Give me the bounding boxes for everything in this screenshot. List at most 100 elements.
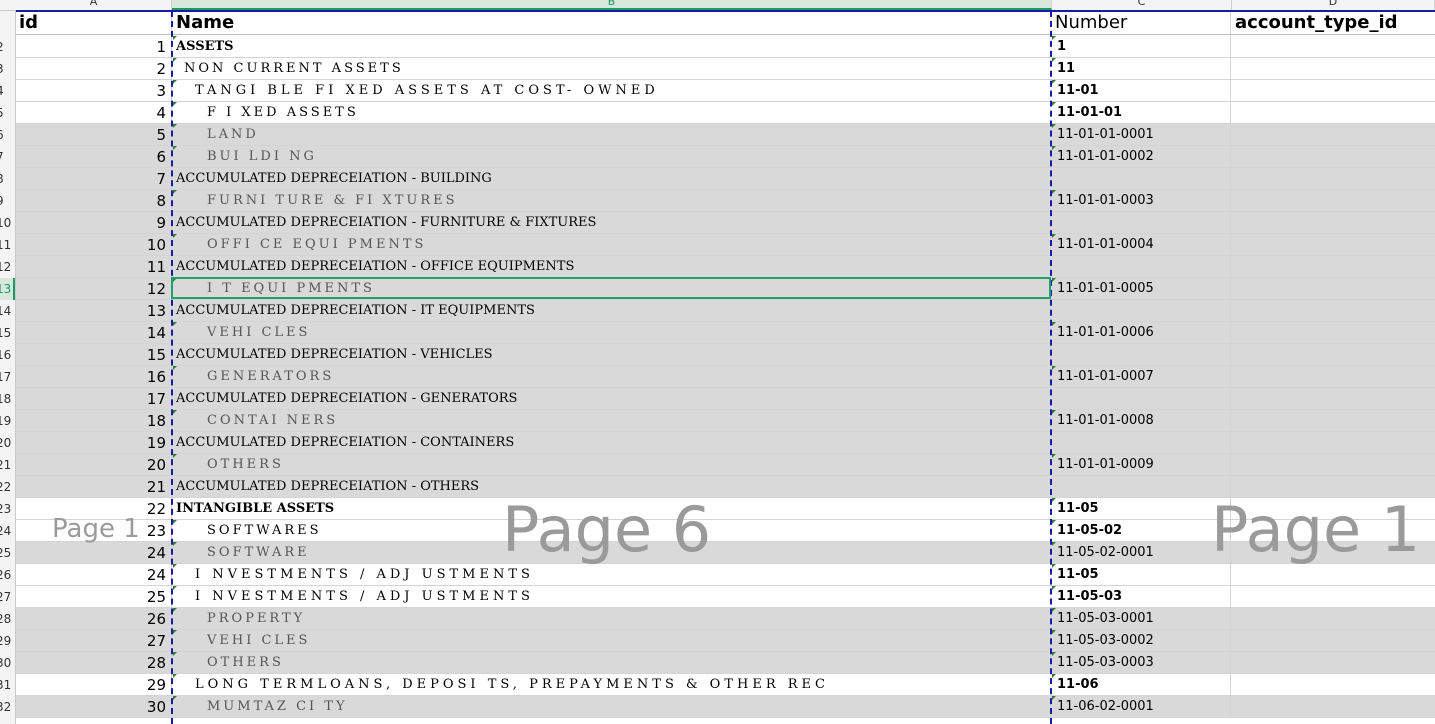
cell-number[interactable] (1052, 388, 1231, 409)
row-number[interactable]: 22 (0, 476, 15, 498)
column-header-d[interactable]: D (1232, 0, 1435, 10)
cell-name[interactable]: OTHERS (173, 454, 1051, 475)
row-number[interactable]: 6 (0, 124, 15, 146)
cell-account-type-id[interactable] (1232, 630, 1435, 651)
row-number[interactable]: 4 (0, 80, 15, 102)
row-number[interactable]: 30 (0, 652, 15, 674)
cell-id[interactable]: 25 (16, 586, 172, 607)
cell-id[interactable]: 9 (16, 212, 172, 233)
header-cell-name[interactable]: Name (173, 11, 1051, 34)
cell-name[interactable]: LONG TERMLOANS, DEPOSI TS, PREPAYMENTS &… (173, 674, 1051, 695)
cell-number[interactable]: 11-01-01 (1052, 102, 1231, 123)
cell-name[interactable]: GENERATORS (173, 366, 1051, 387)
cell-id[interactable]: 14 (16, 322, 172, 343)
cell-number[interactable]: 11 (1052, 58, 1231, 79)
cell-number[interactable] (1052, 300, 1231, 321)
row-number[interactable]: 26 (0, 564, 15, 586)
cell-id[interactable]: 20 (16, 454, 172, 475)
cell-name[interactable]: OTHERS (173, 652, 1051, 673)
cell-id[interactable]: 12 (16, 278, 172, 299)
row-number[interactable]: 16 (0, 344, 15, 366)
row-number[interactable]: 31 (0, 674, 15, 696)
cell-number[interactable]: 1 (1052, 36, 1231, 57)
cell-number[interactable]: 11-06 (1052, 674, 1231, 695)
cell-name[interactable]: BUI LDI NG (173, 146, 1051, 167)
row-number[interactable]: 10 (0, 212, 15, 234)
cell-number[interactable]: 11-01 (1052, 80, 1231, 101)
cell-name[interactable]: ACCUMULATED DEPRECEIATION - BUILDING (173, 168, 1051, 189)
cell-name[interactable]: I NVESTMENTS / ADJ USTMENTS (173, 586, 1051, 607)
cell-number[interactable]: 11-05-03 (1052, 586, 1231, 607)
cell-account-type-id[interactable] (1232, 388, 1435, 409)
cell-account-type-id[interactable] (1232, 168, 1435, 189)
cell-id[interactable]: 27 (16, 630, 172, 651)
cell-id[interactable]: 13 (16, 300, 172, 321)
cell-id[interactable]: 5 (16, 124, 172, 145)
row-number[interactable]: 15 (0, 322, 15, 344)
cell-id[interactable]: 24 (16, 564, 172, 585)
cell-account-type-id[interactable] (1232, 410, 1435, 431)
cell-number[interactable]: 11-01-01-0007 (1052, 366, 1231, 387)
cell-account-type-id[interactable] (1232, 256, 1435, 277)
cell-name[interactable]: NON CURRENT ASSETS (173, 58, 1051, 79)
cell-account-type-id[interactable] (1232, 278, 1435, 299)
cell-number[interactable]: 11-05-03-0003 (1052, 652, 1231, 673)
cell-number[interactable]: 11-01-01-0006 (1052, 322, 1231, 343)
row-number-selected[interactable]: 13 (0, 278, 15, 300)
cell-id[interactable]: 10 (16, 234, 172, 255)
cell-account-type-id[interactable] (1232, 674, 1435, 695)
cell-name[interactable]: ACCUMULATED DEPRECEIATION - VEHICLES (173, 344, 1051, 365)
row-number[interactable]: 25 (0, 542, 15, 564)
column-header-c[interactable]: C (1052, 0, 1232, 10)
row-number[interactable]: 24 (0, 520, 15, 542)
cell-number[interactable] (1052, 168, 1231, 189)
cell-name[interactable]: I NVESTMENTS / ADJ USTMENTS (173, 564, 1051, 585)
cell-number[interactable] (1052, 476, 1231, 497)
cell-number[interactable]: 11-01-01-0009 (1052, 454, 1231, 475)
selected-cell-cursor[interactable] (171, 277, 1051, 299)
cell-account-type-id[interactable] (1232, 190, 1435, 211)
cell-account-type-id[interactable] (1232, 344, 1435, 365)
cell-number[interactable]: 11-05-03-0001 (1052, 608, 1231, 629)
cell-id[interactable]: 7 (16, 168, 172, 189)
cell-number[interactable]: 11-05 (1052, 564, 1231, 585)
cell-id[interactable]: 11 (16, 256, 172, 277)
cell-account-type-id[interactable] (1232, 124, 1435, 145)
header-cell-number[interactable]: Number (1052, 11, 1231, 34)
cell-number[interactable]: 11-05-02-0001 (1052, 542, 1231, 563)
cell-number[interactable]: 11-06-02-0001 (1052, 696, 1231, 717)
cell-number[interactable]: 11-01-01-0005 (1052, 278, 1231, 299)
row-number[interactable]: 14 (0, 300, 15, 322)
cell-number[interactable] (1052, 432, 1231, 453)
cell-number[interactable]: 11-01-01-0008 (1052, 410, 1231, 431)
row-number[interactable]: 28 (0, 608, 15, 630)
cell-id[interactable]: 21 (16, 476, 172, 497)
row-number[interactable]: 33 (0, 718, 15, 724)
cell-name[interactable]: PROPERTY (173, 608, 1051, 629)
cell-account-type-id[interactable] (1232, 608, 1435, 629)
row-number[interactable]: 12 (0, 256, 15, 278)
header-cell-account-type-id[interactable]: account_type_id (1232, 11, 1435, 34)
cell-name[interactable]: TANGI BLE FI XED ASSETS AT COST- OWNED (173, 80, 1051, 101)
row-number[interactable]: 11 (0, 234, 15, 256)
cell-id[interactable]: 28 (16, 652, 172, 673)
cell-id[interactable]: 2 (16, 58, 172, 79)
cell-id[interactable]: 26 (16, 608, 172, 629)
cell-number[interactable]: 11-05 (1052, 498, 1231, 519)
cell-id[interactable]: 19 (16, 432, 172, 453)
cell-account-type-id[interactable] (1232, 58, 1435, 79)
cell-name[interactable]: ASSETS (173, 36, 1051, 57)
cell-account-type-id[interactable] (1232, 652, 1435, 673)
cell-name[interactable]: ACCUMULATED DEPRECEIATION - CONTAINERS (173, 432, 1051, 453)
cell-number[interactable] (1052, 344, 1231, 365)
cell-number[interactable]: 11-05-02 (1052, 520, 1231, 541)
cell-name[interactable]: ACCUMULATED DEPRECEIATION - OFFICE EQUIP… (173, 256, 1051, 277)
row-number[interactable] (0, 11, 15, 33)
cell-id[interactable]: 18 (16, 410, 172, 431)
cell-name[interactable]: VEHI CLES (173, 322, 1051, 343)
column-header-b[interactable]: B (172, 0, 1052, 10)
cell-number[interactable] (1052, 256, 1231, 277)
cell-account-type-id[interactable] (1232, 80, 1435, 101)
cell-account-type-id[interactable] (1232, 322, 1435, 343)
row-number[interactable]: 2 (0, 36, 15, 58)
